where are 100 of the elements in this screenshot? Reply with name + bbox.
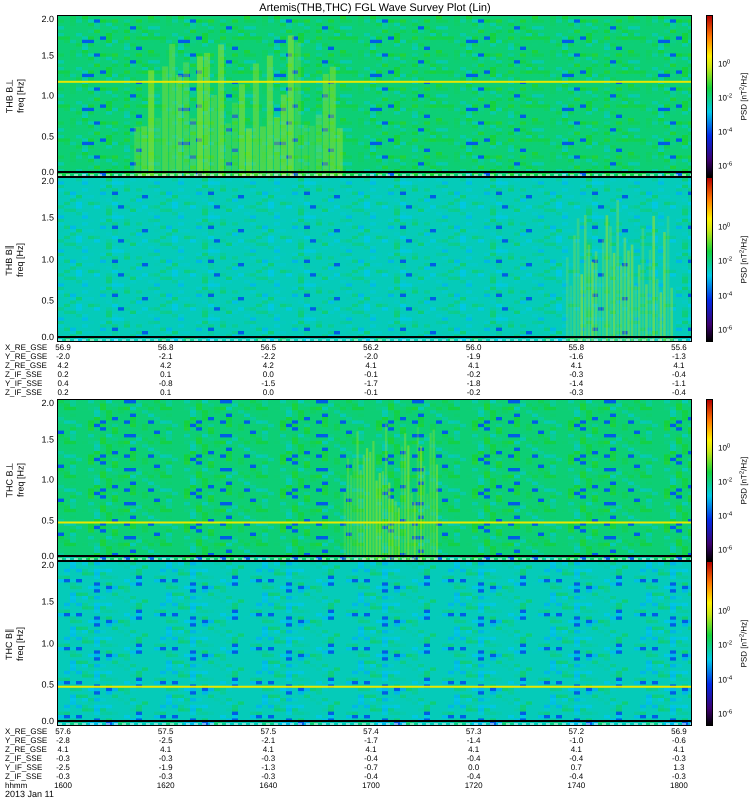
table-value: 57.4 (362, 727, 380, 736)
table-value: 4.1 (364, 361, 378, 370)
table-value: 1800 (669, 781, 689, 790)
table-value: -0.3 (158, 772, 174, 781)
panel-label: THC B∥ (4, 628, 15, 660)
row-label: Z_IF_SSE (4, 370, 43, 379)
table-value: -2.2 (260, 352, 276, 361)
colorbar-tick-label: 10$^{-2}$ (718, 477, 732, 486)
table-value: 4.1 (570, 361, 583, 370)
table-value: 0.2 (56, 370, 70, 379)
table-value: -0.4 (466, 754, 482, 763)
table-value: -1.7 (363, 379, 379, 388)
table-value: 0.4 (56, 379, 70, 388)
table-value: 4.2 (56, 361, 70, 370)
tick-label: 2.0 (41, 561, 54, 570)
table-value: -0.4 (671, 370, 687, 379)
table-value: -0.7 (363, 763, 379, 772)
table-value: 1740 (566, 781, 586, 790)
table-value: -1.1 (671, 379, 687, 388)
table-value: -1.9 (466, 352, 482, 361)
table-value: -0.3 (671, 754, 687, 763)
table-value: 1720 (464, 781, 484, 790)
colorbar-tick-label: 10$^{0}$ (718, 443, 730, 452)
colorbar-tick-label: 10$^{-4}$ (718, 511, 732, 520)
table-value: 4.1 (672, 745, 686, 754)
colorbar-tick-label: 10$^{-4}$ (718, 675, 732, 684)
colorbar-tick-label: 10$^{-2}$ (718, 640, 732, 650)
tick-label: 0.0 (41, 717, 54, 726)
axis-label: freq [Hz] (15, 626, 26, 660)
colorbar-tick-label: 10$^{-6}$ (718, 710, 732, 719)
table-value: -0.4 (568, 772, 584, 781)
table-value: -1.0 (568, 736, 584, 745)
table-value: 1.3 (672, 763, 686, 772)
table-value: -0.4 (568, 754, 584, 763)
table-value: -0.3 (260, 754, 276, 763)
table-value: 57.2 (567, 727, 586, 736)
table-value: -0.3 (158, 754, 174, 763)
table-value: -1.3 (260, 763, 276, 772)
row-label: Z_IF_SSE (4, 754, 43, 763)
colorbar-tick-label: 10$^{-4}$ (718, 291, 732, 300)
table-value: 0.1 (159, 388, 172, 397)
table-value: 57.5 (260, 727, 278, 736)
tick-label: 0.5 (41, 516, 54, 525)
tick-label: 0.5 (41, 680, 54, 690)
table-value: -2.0 (363, 352, 379, 361)
table-value: 1620 (156, 781, 176, 790)
table-value: 0.2 (56, 388, 70, 397)
table-value: 4.1 (364, 745, 378, 754)
table-value: -0.4 (363, 772, 379, 781)
table-value: -1.6 (568, 352, 584, 361)
table-value: 57.3 (464, 727, 482, 736)
table-value: 57.6 (54, 727, 72, 736)
table-value: -0.2 (466, 388, 482, 397)
table-value: -2.8 (55, 736, 71, 745)
row-label: Y_RE_GSE (4, 352, 48, 361)
row-label: Y_IF_SSE (4, 379, 44, 388)
table-value: 0.0 (262, 388, 275, 397)
tick-label: 1.0 (41, 639, 54, 648)
table-value: 0.0 (262, 370, 275, 379)
tick-label: 0.0 (41, 168, 54, 177)
row-label: Y_RE_GSE (4, 736, 48, 745)
table-value: 57.5 (156, 727, 174, 736)
table-value: 4.2 (159, 361, 172, 370)
table-value: 56.0 (464, 343, 482, 352)
panel-label: THB B∥ (4, 244, 15, 276)
table-value: -0.3 (568, 388, 584, 397)
table-value: -0.3 (55, 754, 71, 763)
table-value: -0.3 (55, 772, 71, 781)
table-value: 4.1 (467, 745, 480, 754)
table-value: 4.1 (159, 745, 172, 754)
table-value: -1.9 (158, 763, 174, 772)
row-label: X_RE_GSE (4, 343, 48, 352)
table-value: -0.4 (466, 772, 482, 781)
table-value: -0.3 (568, 370, 584, 379)
table-value: -2.1 (158, 352, 174, 361)
table-value: -1.3 (671, 352, 687, 361)
tick-label: 0.0 (41, 552, 54, 561)
table-value: -0.6 (671, 736, 687, 745)
table-value: 1640 (258, 781, 278, 790)
tick-label: 2.0 (41, 399, 54, 408)
row-label: Z_RE_GSE (4, 361, 48, 370)
tick-label: 1.5 (41, 435, 54, 444)
tick-label: 1.5 (41, 51, 54, 60)
colorbar-tick-label: 10$^{0}$ (718, 59, 730, 68)
table-value: 0.1 (159, 370, 172, 379)
tick-label: 0.5 (41, 296, 54, 306)
table-value: -0.4 (671, 388, 687, 397)
row-label: X_RE_GSE (4, 727, 48, 736)
table-value: 56.5 (260, 343, 278, 352)
colorbar-tick-label: 10$^{-6}$ (718, 326, 732, 335)
date-label: 2013 Jan 11 (4, 790, 55, 799)
table-value: -2.5 (158, 736, 174, 745)
table-value: -1.4 (568, 379, 584, 388)
table-value: 0.0 (467, 763, 480, 772)
table-value: 1700 (361, 781, 381, 790)
colorbar-tick-label: 10$^{-6}$ (718, 161, 732, 170)
axis-label: freq [Hz] (15, 242, 26, 276)
table-value: -2.1 (260, 736, 276, 745)
table-value: -0.8 (158, 379, 174, 388)
table-value: 4.1 (262, 745, 275, 754)
